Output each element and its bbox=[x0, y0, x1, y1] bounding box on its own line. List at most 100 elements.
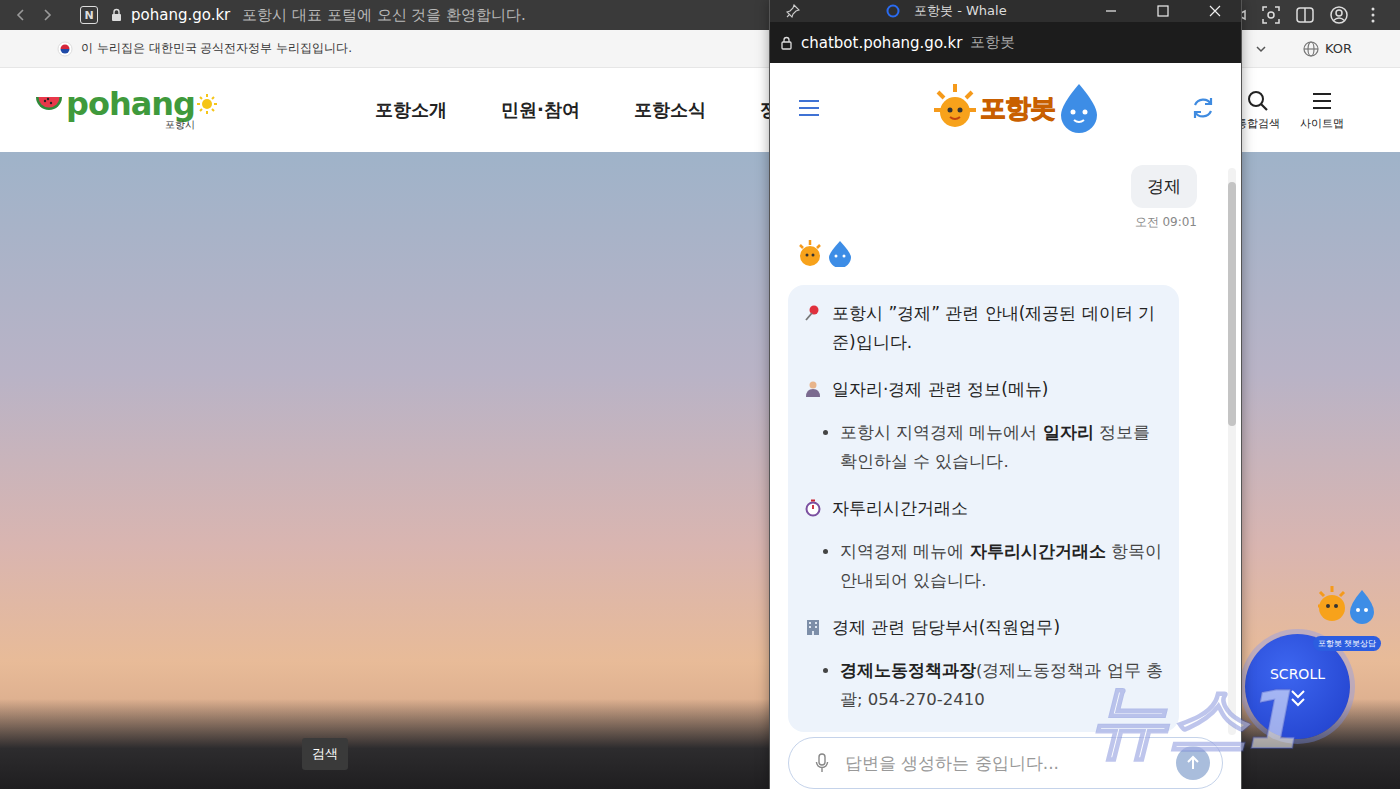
gov-banner-text: 이 누리집은 대한민국 공식전자정부 누리집입니다. bbox=[81, 40, 352, 57]
bullet-item: 지역경제 메뉴에 자투리시간거래소 항목이 안내되어 있습니다. bbox=[840, 537, 1163, 595]
screen: Npohang.go.kr 포항시 대표 포털에 오신 것을 환영합니다. 이 누리… bbox=[0, 0, 1400, 789]
chatbot-window: 포항봇 - Whalechatbot.pohang.go.kr포항봇포항봇경제오… bbox=[769, 0, 1242, 789]
nav-item[interactable]: 민원·참여 bbox=[501, 98, 580, 122]
bullet-item: 포항시 지역경제 메뉴에서 일자리 정보를 확인하실 수 있습니다. bbox=[840, 418, 1163, 476]
sun-avatar-icon bbox=[796, 239, 824, 267]
watermelon-icon bbox=[34, 89, 64, 119]
bot-section: 자투리시간거래소지역경제 메뉴에 자투리시간거래소 항목이 안내되어 있습니다. bbox=[804, 494, 1163, 595]
tool-label: 통합검색 bbox=[1236, 116, 1280, 131]
bot-section: 경제 관련 담당부서(직원업무) 경제노동정책과장(경제노동정책과 업무 총괄; … bbox=[804, 613, 1163, 714]
person-icon bbox=[804, 380, 822, 398]
address-url[interactable]: pohang.go.kr bbox=[131, 6, 230, 24]
chat-header: 포항봇 bbox=[770, 63, 1241, 153]
capture-icon[interactable] bbox=[1262, 6, 1280, 24]
bullet-text: 일자리 bbox=[1043, 423, 1094, 442]
lock-icon bbox=[110, 8, 123, 22]
bullet-list: 지역경제 메뉴에 자투리시간거래소 항목이 안내되어 있습니다. bbox=[804, 537, 1163, 595]
language-select[interactable]: KOR bbox=[1303, 41, 1352, 57]
chat-messages: 경제오전 09:01 포항시 ”경제” 관련 안내(제공된 데이터 기준)입니다.… bbox=[770, 153, 1241, 735]
bullet-list: 경제노동정책과장(경제노동정책과 업무 총괄; 054-270-2410 bbox=[804, 656, 1163, 714]
hamburger-icon[interactable] bbox=[798, 99, 820, 117]
bullet-text: 자투리시간거래소 bbox=[970, 542, 1106, 561]
user-bubble: 경제 bbox=[1131, 165, 1197, 208]
mascot-icon bbox=[1312, 582, 1382, 632]
section-heading: 경제 관련 담당부서(직원업무) bbox=[804, 613, 1163, 642]
scroll-label: SCROLL bbox=[1270, 666, 1325, 682]
bullet-text: 지역경제 메뉴에 bbox=[840, 542, 970, 561]
main-nav: 포항소개민원·참여포항소식정 bbox=[375, 98, 778, 122]
language-label: KOR bbox=[1325, 41, 1352, 56]
chatbot-badge[interactable]: 포항봇 챗봇상담 bbox=[1306, 582, 1388, 651]
forward-icon[interactable] bbox=[40, 8, 54, 22]
profile-icon[interactable] bbox=[1330, 6, 1348, 24]
message-time: 오전 09:01 bbox=[1135, 214, 1197, 231]
popup-page-title: 포항봇 bbox=[970, 33, 1015, 52]
send-button[interactable] bbox=[1176, 746, 1210, 780]
maximize-icon[interactable] bbox=[1157, 5, 1169, 17]
bot-avatar bbox=[796, 239, 1197, 267]
chatbot-logo-text: 포항봇 bbox=[980, 91, 1055, 126]
bot-section: 일자리·경제 관련 정보(메뉴) 포항시 지역경제 메뉴에서 일자리 정보를 확인… bbox=[804, 375, 1163, 476]
popup-address-bar: chatbot.pohang.go.kr 포항봇 bbox=[770, 22, 1241, 63]
site-logo[interactable]: pohang포항시 bbox=[57, 88, 217, 132]
toolbar-actions bbox=[1226, 6, 1382, 24]
chat-input-placeholder: 답변을 생성하는 중입니다... bbox=[845, 752, 1176, 775]
close-icon[interactable] bbox=[1209, 5, 1221, 17]
logo-text: pohang bbox=[66, 88, 195, 120]
minimize-icon[interactable] bbox=[1105, 5, 1117, 17]
building-icon bbox=[804, 618, 822, 636]
stopwatch-icon bbox=[804, 499, 822, 517]
chat-input[interactable]: 답변을 생성하는 중입니다... bbox=[788, 737, 1223, 789]
refresh-icon[interactable] bbox=[1190, 95, 1216, 121]
bot-intro-text: 포항시 ”경제” 관련 안내(제공된 데이터 기준)입니다. bbox=[832, 299, 1163, 357]
search-icon bbox=[1247, 90, 1269, 112]
bullet-text: 경제노동정책과장 bbox=[840, 661, 976, 680]
microphone-icon[interactable] bbox=[815, 753, 829, 773]
bullet-item: 경제노동정책과장(경제노동정책과 업무 총괄; 054-270-2410 bbox=[840, 656, 1163, 714]
drop-avatar-icon bbox=[826, 239, 854, 267]
scrollbar[interactable] bbox=[1228, 168, 1236, 735]
language-area: KOR bbox=[1255, 41, 1352, 57]
double-chevron-icon bbox=[1290, 688, 1306, 708]
user-message: 경제오전 09:01 bbox=[788, 165, 1197, 231]
whale-icon bbox=[886, 4, 900, 18]
section-heading-text: 일자리·경제 관련 정보(메뉴) bbox=[832, 375, 1048, 404]
app-icon[interactable]: N bbox=[80, 6, 98, 24]
pin-icon[interactable] bbox=[786, 4, 800, 18]
sidebar-icon[interactable] bbox=[1296, 6, 1314, 24]
section-heading-text: 경제 관련 담당부서(직원업무) bbox=[832, 613, 1060, 642]
globe-icon bbox=[1303, 41, 1319, 57]
chatbot-badge-label: 포항봇 챗봇상담 bbox=[1313, 636, 1382, 651]
more-icon[interactable] bbox=[1364, 6, 1382, 24]
chatbot-logo: 포항봇 bbox=[932, 81, 1101, 135]
flag-icon bbox=[57, 41, 73, 57]
popup-url[interactable]: chatbot.pohang.go.kr bbox=[801, 34, 962, 52]
logo-subtitle: 포항시 bbox=[165, 118, 195, 132]
window-titlebar: 포항봇 - Whale bbox=[770, 0, 1241, 22]
search-tooltip: 검색 bbox=[302, 738, 348, 770]
header-tool[interactable]: 통합검색 bbox=[1236, 90, 1280, 131]
bot-message: 포항시 ”경제” 관련 안내(제공된 데이터 기준)입니다. 일자리·경제 관련 … bbox=[788, 285, 1179, 732]
bullet-list: 포항시 지역경제 메뉴에서 일자리 정보를 확인하실 수 있습니다. bbox=[804, 418, 1163, 476]
window-controls bbox=[1105, 5, 1241, 17]
drop-mascot-icon bbox=[1057, 81, 1101, 135]
window-title: 포항봇 - Whale bbox=[914, 2, 1007, 20]
tool-label: 사이트맵 bbox=[1300, 116, 1344, 131]
header-tool[interactable]: 사이트맵 bbox=[1300, 90, 1344, 131]
section-heading-text: 자투리시간거래소 bbox=[832, 494, 968, 523]
header-tools: 통합검색 사이트맵 bbox=[1236, 90, 1344, 131]
sun-mascot-icon bbox=[932, 82, 978, 134]
bullet-text: 포항시 지역경제 메뉴에서 bbox=[840, 423, 1043, 442]
section-heading: 자투리시간거래소 bbox=[804, 494, 1163, 523]
pushpin-icon bbox=[804, 304, 822, 322]
chevron-down-icon[interactable] bbox=[1255, 43, 1267, 55]
menu-icon bbox=[1311, 90, 1333, 112]
window-title-area: 포항봇 - Whale bbox=[886, 2, 1007, 20]
back-icon[interactable] bbox=[14, 8, 28, 22]
bot-intro: 포항시 ”경제” 관련 안내(제공된 데이터 기준)입니다. bbox=[804, 299, 1163, 357]
page-title: 포항시 대표 포털에 오신 것을 환영합니다. bbox=[242, 6, 526, 25]
nav-item[interactable]: 포항소개 bbox=[375, 98, 447, 122]
nav-item[interactable]: 포항소식 bbox=[634, 98, 706, 122]
chat-input-area: 답변을 생성하는 중입니다... bbox=[770, 735, 1241, 789]
scrollbar-thumb[interactable] bbox=[1228, 182, 1236, 426]
